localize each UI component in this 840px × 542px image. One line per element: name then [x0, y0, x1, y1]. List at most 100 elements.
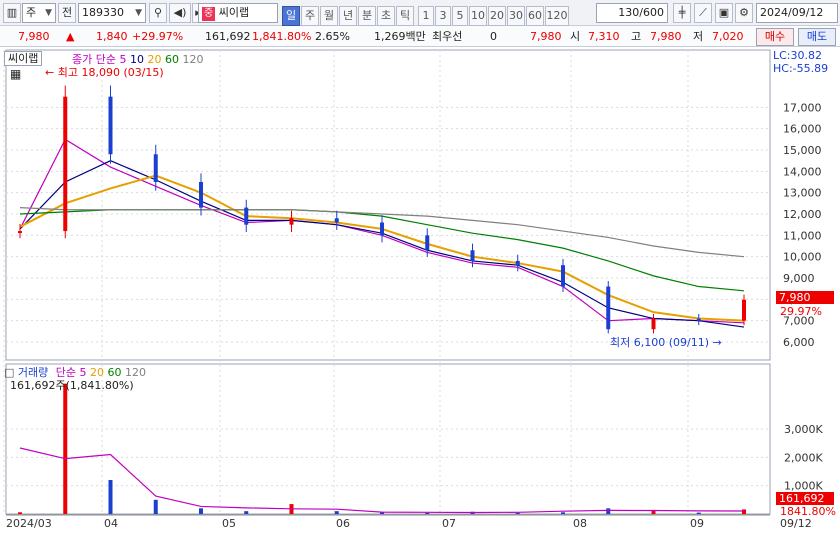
candle-body	[334, 218, 339, 223]
volume-bar	[606, 508, 611, 514]
open-label: 시	[570, 30, 581, 43]
low-note-text: 최저 6,100 (09/11)	[610, 336, 710, 349]
save-icon[interactable]: ▣	[715, 3, 733, 23]
candle-body	[244, 207, 249, 225]
period-button-6[interactable]: 틱	[396, 6, 414, 26]
volume-current-tag: 161,692	[776, 492, 834, 505]
calculator-icon[interactable]: ▦	[10, 67, 21, 81]
stock-name-tag[interactable]: 씨이랩	[4, 51, 43, 66]
open-price: 7,310	[588, 30, 620, 43]
minute-button-20[interactable]: 20	[488, 6, 506, 26]
period-button-0[interactable]: 일	[282, 6, 300, 26]
period-button-3[interactable]: 년	[339, 6, 357, 26]
volume-pct: 1,841.80%	[252, 30, 312, 43]
volume-bar	[696, 512, 701, 514]
candlestick-icon[interactable]: ╪	[673, 3, 691, 23]
chart-grid	[3, 49, 771, 515]
price-change-pct: +29.97%	[132, 30, 184, 43]
market-select[interactable]: 주 ▼	[22, 3, 56, 23]
chart-area[interactable]: 17,000 16,000 15,000 14,000 13,000 12,000 11,0…	[0, 48, 840, 539]
x-tick-label: 07	[442, 517, 456, 530]
candle-body	[651, 318, 656, 330]
candle-body	[199, 182, 203, 208]
volume-tick-label: 1,000K	[784, 480, 823, 493]
volume-bar	[63, 383, 68, 514]
gear-icon[interactable]: ⚙	[735, 3, 753, 23]
volume-pct-tag: 1841.80%	[780, 505, 836, 518]
high-price: 7,980	[650, 30, 682, 43]
price-tick-label: 6,000	[783, 336, 815, 349]
price-tick-label: 12,000	[783, 208, 822, 221]
chevron-down-icon: ▼	[135, 8, 142, 18]
data-count-value: 130/600	[618, 6, 664, 19]
candle-body	[18, 231, 22, 234]
buy-button[interactable]: 매수	[756, 28, 794, 46]
x-tick-label: 06	[336, 517, 350, 530]
trade-amount: 1,269백만	[374, 30, 426, 43]
jeon-button[interactable]: 전	[58, 3, 76, 23]
turnover-rate: 2.65%	[315, 30, 350, 43]
axes: 17,000 16,000 15,000 14,000 13,000 12,000 11,0…	[6, 101, 823, 530]
current-pct-tag: 29.97%	[780, 305, 822, 318]
hoga-value: 0	[490, 30, 497, 43]
volume-bar	[561, 512, 565, 514]
x-tick-label: 04	[104, 517, 118, 530]
candle-body	[425, 235, 430, 251]
minute-button-3[interactable]: 3	[435, 6, 451, 26]
quote-bar: 7,980 ▲ 1,840 +29.97% 161,692 1,841.80% …	[0, 26, 840, 47]
x-tick-label: 09/12	[780, 517, 812, 530]
high-label: 고	[631, 30, 642, 43]
volume-bar	[515, 512, 520, 514]
draw-line-icon[interactable]: ⟋	[694, 3, 712, 23]
low-note: 최저 6,100 (09/11) →	[610, 336, 722, 349]
volume-bar	[425, 512, 430, 514]
low-price: 7,020	[712, 30, 744, 43]
date-input[interactable]: 2024/09/12	[756, 3, 838, 23]
period-button-5[interactable]: 초	[377, 6, 395, 26]
minute-button-60[interactable]: 60	[526, 6, 544, 26]
price-tick-label: 10,000	[783, 251, 822, 264]
hoga-label: 최우선	[432, 30, 463, 43]
up-arrow-icon: ▲	[66, 30, 75, 43]
ma60-label: 60	[164, 53, 179, 66]
stock-type-badge: 중	[202, 7, 216, 21]
minute-button-30[interactable]: 30	[507, 6, 525, 26]
search-icon[interactable]: ⚲	[149, 3, 167, 23]
price-tick-label: 14,000	[783, 165, 822, 178]
volume-value: 161,692	[205, 30, 251, 43]
price-tick-label: 15,000	[783, 144, 822, 157]
candle-body	[696, 318, 701, 321]
market-label: 주	[26, 6, 37, 19]
minute-button-1[interactable]: 1	[418, 6, 434, 26]
ask-price: 7,980	[530, 30, 562, 43]
stock-name-box[interactable]: 중 씨이랩	[198, 3, 278, 23]
current-price: 7,980	[18, 30, 50, 43]
period-button-4[interactable]: 분	[358, 6, 376, 26]
volume-bar	[199, 508, 203, 514]
chart-settings-icon[interactable]: ▥	[3, 3, 21, 23]
candle-body	[380, 222, 384, 236]
sell-button[interactable]: 매도	[798, 28, 836, 46]
stock-code-input[interactable]: 189330 ▼	[78, 3, 146, 23]
volume-bar	[18, 512, 22, 514]
period-button-2[interactable]: 월	[320, 6, 338, 26]
data-count-input[interactable]: 130/600	[596, 3, 668, 23]
price-change: 1,840	[96, 30, 128, 43]
minute-button-120[interactable]: 120	[545, 6, 569, 26]
volume-tick-label: 3,000K	[784, 423, 823, 436]
period-button-1[interactable]: 주	[301, 6, 319, 26]
volume-bar	[153, 499, 158, 514]
stock-name: 씨이랩	[218, 6, 250, 19]
price-panel-border	[5, 49, 771, 361]
price-tick-label: 9,000	[783, 272, 815, 285]
x-tick-label: 08	[573, 517, 587, 530]
ma120-label: 120	[182, 53, 204, 66]
volume-tick-label: 2,000K	[784, 451, 823, 464]
minute-button-10[interactable]: 10	[469, 6, 487, 26]
volume-bar	[742, 509, 746, 514]
lc-value: LC:30.82	[773, 49, 823, 62]
minute-button-5[interactable]: 5	[452, 6, 468, 26]
speaker-icon[interactable]: ◀)	[169, 3, 191, 23]
stock-chart[interactable]: 17,000 16,000 15,000 14,000 13,000 12,000 11,0…	[0, 48, 840, 539]
candle-body	[742, 299, 746, 321]
